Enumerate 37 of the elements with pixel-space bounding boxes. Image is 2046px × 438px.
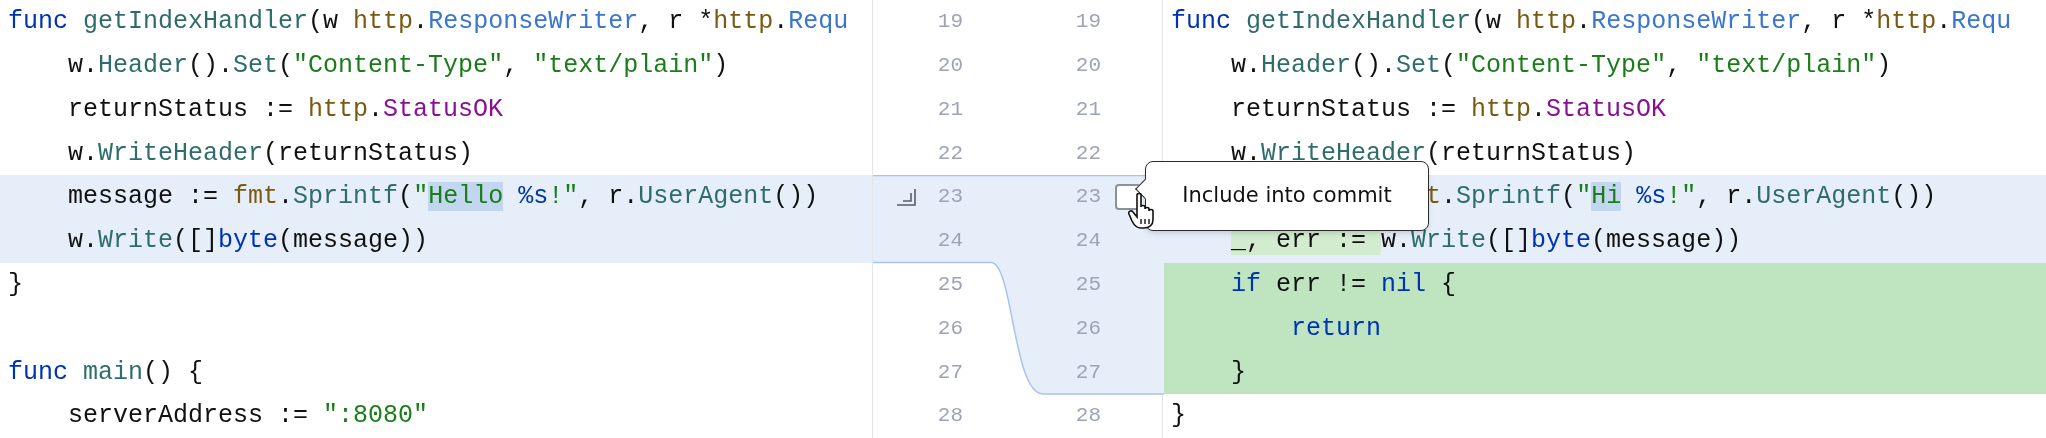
line-number: 19	[1074, 9, 1101, 36]
line-number: 28	[1074, 403, 1101, 430]
code-line: return	[1290, 312, 1382, 345]
code-line: w.WriteHeader(returnStatus)	[67, 137, 474, 170]
code-line: func main() {	[8, 356, 204, 389]
code-line: }	[1171, 400, 1186, 433]
line-number: 26	[936, 315, 963, 342]
code-line: message := fmt.Sprintf("Hello %s!", r.UserAgent())	[67, 181, 819, 214]
line-number: 21	[936, 96, 963, 123]
code-line: returnStatus := http.StatusOK	[1230, 93, 1667, 126]
line-number: 23	[1074, 184, 1101, 211]
line-number: 21	[1074, 96, 1101, 123]
line-number: 22	[1074, 140, 1101, 167]
line-number: 19	[936, 9, 963, 36]
revert-corner-icon[interactable]	[895, 187, 919, 208]
code-line: w.Header().Set("Content-Type", "text/plain")	[67, 49, 729, 82]
code-line: if err != nil {	[1230, 268, 1457, 301]
line-number: 24	[1074, 228, 1101, 255]
line-number: 27	[936, 359, 963, 386]
code-line: }	[8, 268, 23, 301]
line-number: 25	[1074, 271, 1101, 298]
line-number: 26	[1074, 315, 1101, 342]
line-number: 27	[1074, 359, 1101, 386]
code-line: }	[1230, 356, 1247, 389]
code-line: func getIndexHandler(w http.ResponseWriter, r *http.Requ	[1171, 6, 2012, 39]
code-line: w.Header().Set("Content-Type", "text/plain")	[1230, 49, 1892, 82]
line-number: 20	[1074, 52, 1101, 79]
line-number: 22	[936, 140, 963, 167]
line-number: 20	[936, 52, 963, 79]
line-number: 24	[936, 228, 963, 255]
code-line: serverAddress := ":8080"	[67, 400, 429, 433]
line-number: 23	[936, 184, 963, 211]
code-line: w.Write([]byte(message))	[67, 225, 429, 258]
line-number: 25	[936, 271, 963, 298]
code-line: func getIndexHandler(w http.ResponseWriter, r *http.Requ	[8, 6, 849, 39]
line-number: 28	[936, 403, 963, 430]
code-line: returnStatus := http.StatusOK	[67, 93, 504, 126]
